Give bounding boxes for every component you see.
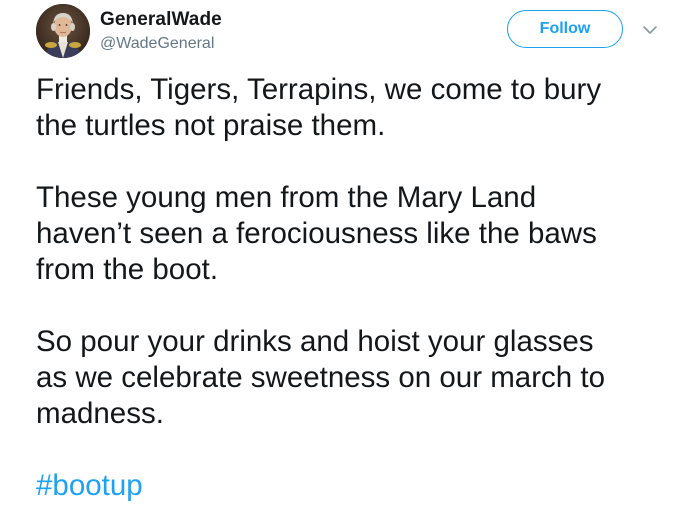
tweet-line: madness. [36, 397, 164, 430]
chevron-down-icon[interactable] [641, 23, 659, 35]
tweet-line: as we celebrate sweetness on our march t… [36, 361, 605, 394]
tweet-paragraph: So pour your drinks and hoist your glass… [36, 324, 676, 432]
tweet-text: Friends, Tigers, Terrapins, we come to b… [36, 72, 676, 504]
user-handle[interactable]: @WadeGeneral [100, 35, 214, 53]
tweet-line: These young men from the Mary Land [36, 181, 537, 214]
avatar[interactable] [36, 4, 90, 58]
follow-button[interactable]: Follow [507, 10, 623, 48]
display-name[interactable]: GeneralWade [100, 9, 222, 31]
tweet-paragraph: These young men from the Mary Land haven… [36, 180, 676, 288]
tweet-line: Friends, Tigers, Terrapins, we come to b… [36, 73, 602, 106]
tweet-line: So pour your drinks and hoist your glass… [36, 325, 594, 358]
tweet-line: the turtles not praise them. [36, 109, 386, 142]
tweet-line: from the boot. [36, 253, 219, 286]
portrait-avatar-icon [36, 4, 90, 58]
tweet-line: haven’t seen a ferociousness like the ba… [36, 217, 597, 250]
hashtag-link[interactable]: #bootup [36, 468, 143, 504]
tweet-paragraph: Friends, Tigers, Terrapins, we come to b… [36, 72, 676, 144]
tweet-card: GeneralWade @WadeGeneral Follow Friends,… [0, 0, 700, 525]
